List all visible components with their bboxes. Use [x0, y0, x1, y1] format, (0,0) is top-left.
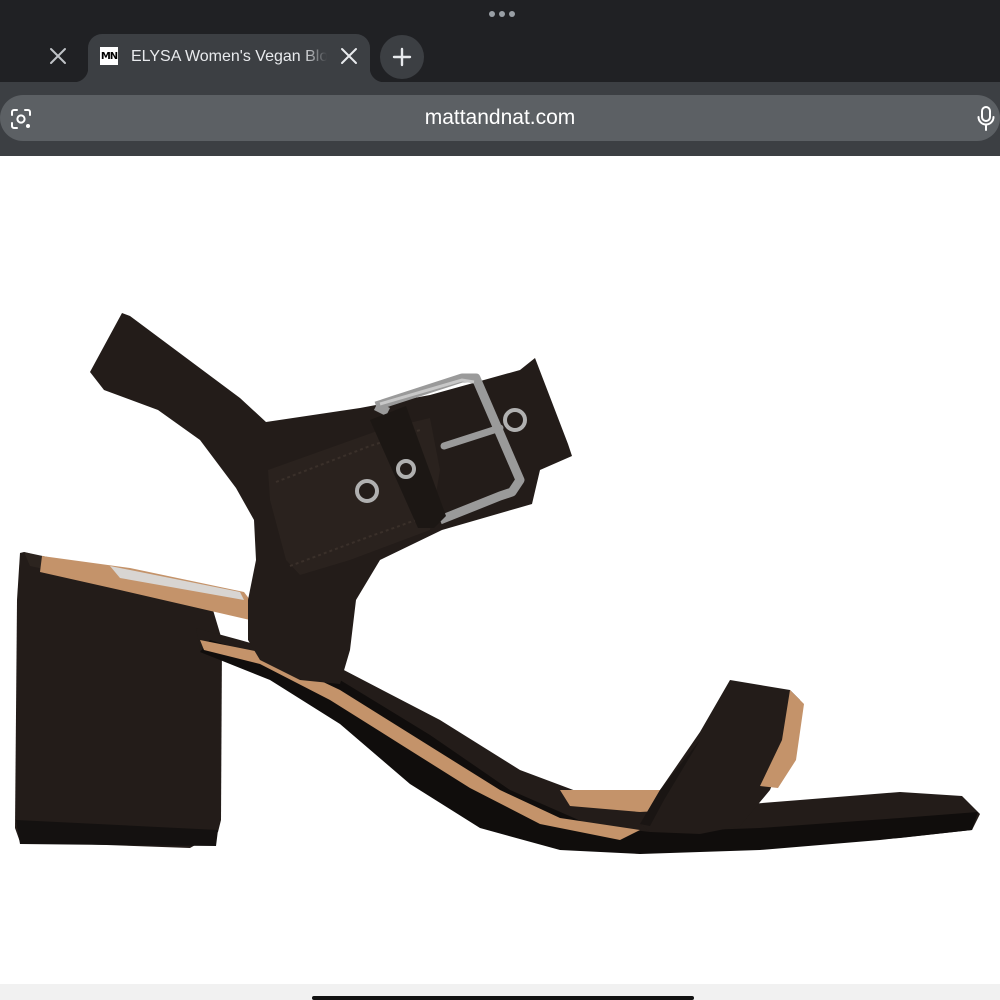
- bottom-bar: [0, 984, 1000, 1000]
- page-content: [0, 156, 1000, 984]
- home-indicator[interactable]: [312, 996, 694, 1000]
- more-dots-icon[interactable]: [489, 11, 515, 19]
- tab-strip: MN ELYSA Women's Vegan Block Heel Sandal: [0, 0, 1000, 82]
- product-image: [15, 313, 980, 854]
- address-bar-url[interactable]: mattandnat.com: [0, 106, 1000, 130]
- plus-icon: [392, 47, 412, 67]
- address-bar[interactable]: mattandnat.com: [0, 95, 1000, 141]
- microphone-icon[interactable]: [974, 105, 998, 133]
- close-icon[interactable]: [45, 43, 71, 69]
- new-tab-button[interactable]: [380, 35, 424, 79]
- browser-toolbar: mattandnat.com: [0, 82, 1000, 156]
- close-icon[interactable]: [336, 43, 362, 69]
- tab-title: ELYSA Women's Vegan Block Heel Sandal: [131, 47, 327, 67]
- tab-active[interactable]: MN ELYSA Women's Vegan Block Heel Sandal: [74, 34, 384, 82]
- site-favicon: MN: [100, 47, 118, 65]
